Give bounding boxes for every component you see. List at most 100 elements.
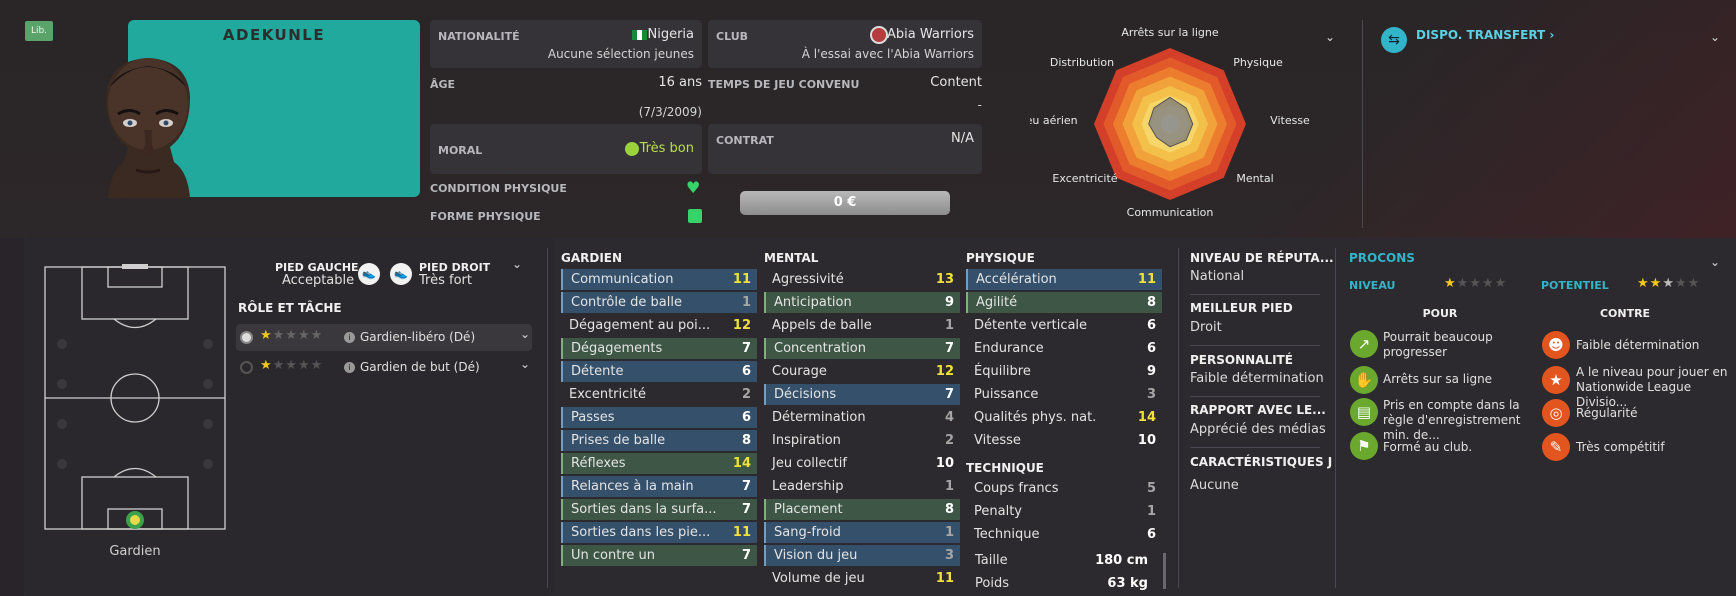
attribute-row[interactable]: Excentricité 2 [561,384,757,405]
reputation-label: NIVEAU DE RÉPUTA... [1190,251,1334,265]
attribute-row[interactable]: Relances à la main 7 [561,476,757,497]
attribute-row[interactable]: Agressivité 13 [764,269,960,290]
attribute-row[interactable]: Dégagement au poi... 12 [561,315,757,336]
feet-dropdown-chevron-icon[interactable]: ⌄ [512,257,522,271]
personality-value: Faible détermination [1190,371,1324,386]
attribute-row[interactable]: Détente 6 [561,361,757,382]
attribute-name: Décisions [774,387,837,402]
attribute-row[interactable]: Communication 11 [561,269,757,290]
age-label: ÂGE [430,78,456,91]
player-name: ADEKUNLE [222,26,326,44]
attribute-value: 7 [944,387,954,402]
attribute-row[interactable]: Qualités phys. nat. 14 [966,407,1162,428]
attribute-value: 7 [741,548,751,563]
morale-label: MORAL [438,144,483,157]
transfer-status-link[interactable]: DISPO. TRANSFERT › [1416,28,1554,42]
attribute-row[interactable]: Placement 8 [764,499,960,520]
procons-chevron-icon[interactable]: ⌄ [1710,255,1720,269]
attribute-value: 2 [944,433,954,448]
lib-badge: Lib. [25,21,53,41]
transfer-dropdown-chevron-icon[interactable]: ⌄ [1710,30,1720,44]
attribute-row[interactable]: Puissance 3 [966,384,1162,405]
attribute-name: Excentricité [569,387,646,402]
attribute-name: Qualités phys. nat. [974,410,1097,425]
attribute-value: 4 [944,410,954,425]
best-foot-label: MEILLEUR PIED [1190,301,1293,315]
attribute-row[interactable]: Vitesse 10 [966,430,1162,451]
transfer-icon[interactable]: ⇆ [1381,27,1407,53]
attribute-row[interactable]: Contrôle de balle 1 [561,292,757,313]
attribute-row[interactable]: Penalty 1 [966,501,1162,522]
attribute-row[interactable]: Prises de balle 8 [561,430,757,451]
attribute-name: Détermination [772,410,866,425]
role-2-chevron-icon[interactable]: ⌄ [520,357,530,371]
left-foot-value: Acceptable [282,273,355,288]
attribute-row[interactable]: Détermination 4 [764,407,960,428]
scrollbar[interactable] [1163,553,1166,589]
info-icon-2[interactable]: i [344,362,355,373]
attribute-value: 6 [741,364,751,379]
attribute-row[interactable]: Dégagements 7 [561,338,757,359]
role-1-chevron-icon[interactable]: ⌄ [520,327,530,341]
gk-title: GARDIEN [561,251,623,265]
attribute-row[interactable]: Leadership 1 [764,476,960,497]
attribute-row[interactable]: Courage 12 [764,361,960,382]
radar-label: Mental [1236,172,1273,185]
playtime-sub: - [977,98,982,112]
attribute-row[interactable]: Coups francs 5 [966,478,1162,499]
attribute-row[interactable]: Anticipation 9 [764,292,960,313]
pour-1: Pourrait beaucoup progresser [1383,330,1493,359]
attribute-name: Sorties dans la surfa... [571,502,717,517]
contre-3: Régularité [1576,406,1638,420]
attribute-name: Détente [571,364,624,379]
attribute-name: Concentration [774,341,866,356]
attribute-name: Prises de balle [571,433,666,448]
attribute-row[interactable]: Un contre un 7 [561,545,757,566]
nationality-value: Nigeria [647,27,694,42]
attribute-row[interactable]: Sang-froid 1 [764,522,960,543]
attribute-row[interactable]: Réflexes 14 [561,453,757,474]
attribute-row[interactable]: Technique 6 [966,524,1162,545]
attribute-row[interactable]: Agilité 8 [966,292,1162,313]
attribute-value: 10 [1137,433,1156,448]
attribute-row[interactable]: Vision du jeu 3 [764,545,960,566]
attribute-row[interactable]: Sorties dans les pie... 11 [561,522,757,543]
attribute-row[interactable]: Sorties dans la surfa... 7 [561,499,757,520]
radar-label: Physique [1233,56,1283,69]
attribute-row[interactable]: Inspiration 2 [764,430,960,451]
attribute-radar-chart: Arrêts sur la ligne Physique Vitesse Mental… [1030,26,1310,219]
pour-4: Formé au club. [1383,440,1473,454]
wage-bar[interactable]: 0 € [740,191,950,215]
attribute-row[interactable]: Décisions 7 [764,384,960,405]
traits-label: CARACTÉRISTIQUES J [1190,455,1333,469]
attribute-name: Passes [571,410,615,425]
attribute-row[interactable]: Passes 6 [561,407,757,428]
condition-label: CONDITION PHYSIQUE [430,182,567,195]
best-foot-value: Droit [1190,320,1222,335]
attribute-row[interactable]: Détente verticale 6 [966,315,1162,336]
role-radio-2-icon[interactable] [240,361,253,374]
club-value[interactable]: Abia Warriors [780,27,974,42]
attribute-name: Un contre un [571,548,655,563]
right-foot-value: Très fort [419,273,472,288]
info-icon[interactable]: i [344,332,355,343]
position-label: Gardien [109,544,161,559]
radar-dropdown-chevron-icon[interactable]: ⌄ [1325,30,1335,44]
attribute-row[interactable]: Jeu collectif 10 [764,453,960,474]
roles-title: RÔLE ET TÂCHE [238,301,342,315]
attribute-name: Vitesse [974,433,1021,448]
attribute-row[interactable]: Équilibre 9 [966,361,1162,382]
attribute-value: 6 [1146,527,1156,542]
attribute-name: Jeu collectif [772,456,847,471]
role-radio-1-icon[interactable] [240,331,253,344]
attribute-row[interactable]: Accélération 11 [966,269,1162,290]
attribute-row[interactable]: Volume de jeu 11 [764,568,960,589]
attribute-value: 8 [944,502,954,517]
procons-title: PROCONS [1349,251,1415,265]
attribute-row[interactable]: Appels de balle 1 [764,315,960,336]
role-stars-2: ★★★★★ [260,358,324,373]
attribute-row[interactable]: Endurance 6 [966,338,1162,359]
attribute-value: 7 [741,341,751,356]
role-stars-1: ★★★★★ [260,328,324,343]
attribute-row[interactable]: Concentration 7 [764,338,960,359]
